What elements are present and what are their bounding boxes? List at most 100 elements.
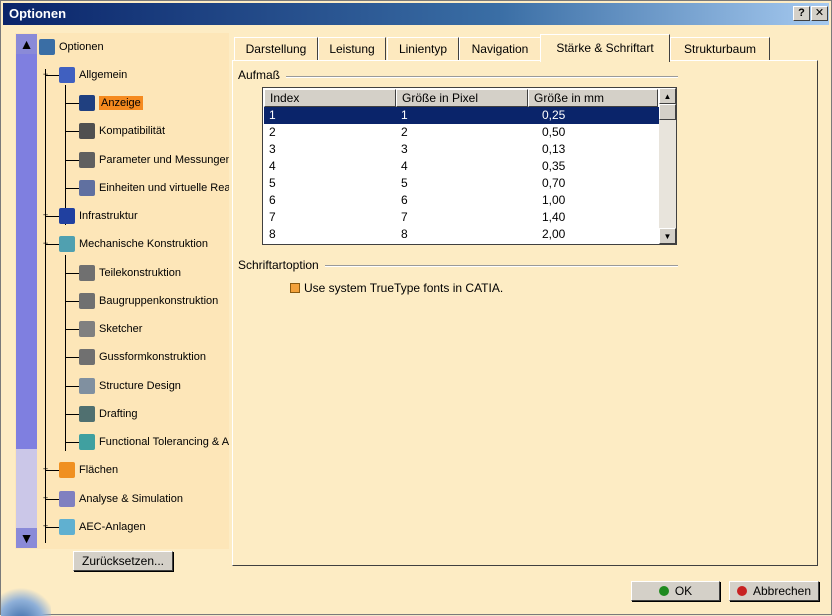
table-row[interactable]: 4 4 0,35 [264, 158, 660, 175]
scroll-down-arrow-icon[interactable]: ▼ [659, 228, 676, 244]
tree-item[interactable]: Teilekonstruktion [79, 263, 181, 283]
cancel-icon [736, 586, 747, 596]
table-cell: 0,13 [542, 142, 566, 156]
tab[interactable]: Navigation [459, 37, 541, 61]
close-button[interactable]: ✕ [811, 6, 828, 21]
font-group-title: Schriftartoption [238, 258, 325, 272]
tree-item-label: AEC-Anlagen [79, 521, 146, 533]
table-scrollbar[interactable]: ▲ ▼ [659, 88, 676, 244]
table-header: Index Größe in Pixel Größe in mm [264, 89, 658, 107]
expand-icon[interactable]: + [41, 522, 50, 532]
cancel-button[interactable]: Abbrechen [729, 581, 819, 601]
title-bar[interactable]: Optionen ? ✕ [3, 3, 829, 25]
table-body: 1 1 0,25 2 2 0,50 3 3 0,13 4 4 0,35 5 5 0,70 6 6 1,00 7 7 1,… [264, 107, 660, 243]
column-header-mm[interactable]: Größe in mm [528, 89, 658, 107]
tree-item[interactable]: Allgemein [59, 65, 127, 85]
reset-button[interactable]: Zurücksetzen... [73, 551, 173, 571]
table-cell: 0,35 [542, 159, 566, 173]
help-button[interactable]: ? [793, 6, 810, 21]
ok-button[interactable]: OK [631, 581, 720, 601]
tree-item[interactable]: Drafting [79, 404, 138, 424]
table-row[interactable]: 2 2 0,50 [264, 124, 660, 141]
general-icon [59, 67, 75, 83]
analysis-icon [59, 491, 75, 507]
tree-item[interactable]: Gussformkonstruktion [79, 347, 206, 367]
scroll-up-arrow-icon[interactable]: ▲ [16, 34, 37, 54]
tree-item-label: Parameter und Messungen [99, 154, 229, 166]
tab[interactable]: Darstellung [234, 37, 318, 61]
tree-item-label: Structure Design [99, 380, 181, 392]
options-dialog: Optionen ? ✕ Optionen Allgemein − Anzeige Ko… [0, 0, 832, 616]
tree-item[interactable]: Parameter und Messungen [79, 150, 229, 170]
collapse-icon[interactable]: − [41, 239, 50, 249]
table-cell: 1 [401, 108, 408, 122]
tree-item-label: Drafting [99, 408, 138, 420]
expand-icon[interactable]: + [41, 494, 50, 504]
mold-design-icon [79, 349, 95, 365]
thickness-table: Index Größe in Pixel Größe in mm 1 1 0,25 2… [262, 87, 677, 245]
tree-item[interactable]: Baugruppenkonstruktion [79, 291, 218, 311]
column-header-pixel[interactable]: Größe in Pixel [396, 89, 528, 107]
scroll-up-arrow-icon[interactable]: ▲ [659, 88, 676, 104]
tree-item[interactable]: Mechanische Konstruktion [59, 234, 208, 254]
tree-item-label: Einheiten und virtuelle Real [99, 182, 229, 194]
tree-scrollbar[interactable]: ▲ ▼ [16, 34, 37, 548]
expand-icon[interactable]: + [41, 465, 50, 475]
table-row[interactable]: 5 5 0,70 [264, 175, 660, 192]
parameters-icon [79, 152, 95, 168]
tab[interactable]: Strukturbaum [670, 37, 770, 61]
group-separator [238, 76, 678, 78]
tree-item[interactable]: Einheiten und virtuelle Real [79, 178, 229, 198]
options-root-icon [39, 39, 55, 55]
tree-item[interactable]: Structure Design [79, 376, 181, 396]
tree-item[interactable]: Flächen [59, 460, 118, 480]
tree-item[interactable]: Analyse & Simulation [59, 489, 183, 509]
tree-item[interactable]: AEC-Anlagen [59, 517, 146, 537]
table-row[interactable]: 1 1 0,25 [264, 107, 660, 124]
table-cell: 3 [401, 142, 408, 156]
tree-item[interactable]: Kompatibilität [79, 121, 165, 141]
truetype-fonts-checkbox[interactable] [290, 283, 300, 293]
table-cell: 3 [269, 142, 276, 156]
table-row[interactable]: 8 8 2,00 [264, 226, 660, 243]
tree-item-label: Allgemein [79, 69, 128, 81]
tree-item[interactable]: Sketcher [79, 319, 142, 339]
collapse-icon[interactable]: − [41, 70, 50, 80]
tab[interactable]: Linientyp [387, 37, 459, 61]
table-cell: 8 [401, 227, 408, 241]
display-icon [79, 95, 95, 111]
tree-connector [65, 414, 79, 415]
catia-logo-icon [1, 583, 51, 616]
expand-icon[interactable]: + [41, 211, 50, 221]
tab[interactable]: Leistung [318, 37, 386, 61]
tree-item-label: Analyse & Simulation [79, 493, 183, 505]
tree-item-label: Optionen [59, 41, 104, 53]
table-cell: 8 [269, 227, 276, 241]
tree-item[interactable]: Anzeige [79, 93, 143, 113]
tree-item-label: Functional Tolerancing & A [99, 436, 229, 448]
sketcher-icon [79, 321, 95, 337]
table-row[interactable]: 6 6 1,00 [264, 192, 660, 209]
tree-item-label: Sketcher [99, 323, 143, 335]
table-row[interactable]: 3 3 0,13 [264, 141, 660, 158]
tree-item[interactable]: Infrastruktur [59, 206, 138, 226]
thickness-group-title: Aufmaß [238, 68, 287, 82]
table-cell: 7 [269, 210, 276, 224]
tree-item[interactable]: Functional Tolerancing & A [79, 432, 229, 452]
tree-connector [65, 131, 79, 132]
table-cell: 2 [401, 125, 408, 139]
infrastructure-icon [59, 208, 75, 224]
table-scroll-thumb[interactable] [659, 104, 676, 120]
ok-label: OK [674, 584, 693, 598]
tab[interactable]: Stärke & Schriftart [540, 34, 670, 62]
scroll-down-arrow-icon[interactable]: ▼ [16, 528, 37, 548]
table-cell: 6 [401, 193, 408, 207]
tree-connector [65, 103, 79, 104]
column-header-index[interactable]: Index [264, 89, 396, 107]
tree-item[interactable]: Optionen [39, 37, 104, 57]
table-row[interactable]: 7 7 1,40 [264, 209, 660, 226]
scroll-thumb[interactable] [16, 54, 37, 449]
table-cell: 0,50 [542, 125, 566, 139]
mechanical-design-icon [59, 236, 75, 252]
ok-icon [658, 586, 669, 596]
